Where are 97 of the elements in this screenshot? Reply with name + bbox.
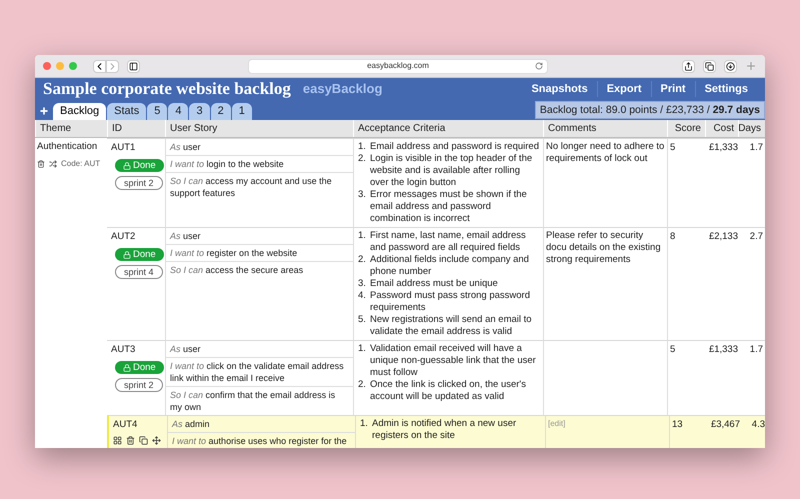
story-id: AUT2 — [111, 230, 136, 244]
criterion-text[interactable]: Error messages must be shown if the email address and password combination is incorrect — [370, 189, 539, 225]
story-id: AUT1 — [111, 141, 136, 155]
criterion-text[interactable]: Login is visible in the top header of the website and is available after rolling over the login button — [370, 153, 539, 189]
comment-text[interactable]: No longer need to adhere to requirements of lock out — [546, 141, 665, 165]
story-line[interactable]: As user — [166, 228, 353, 245]
tab[interactable]: Backlog — [53, 103, 106, 120]
tabs-icon[interactable] — [703, 60, 716, 72]
done-badge: Done — [115, 248, 164, 262]
score-value[interactable]: 5 — [670, 344, 676, 355]
story-line[interactable]: I want to authorise uses who register for the — [168, 433, 355, 448]
criterion-text[interactable]: Email address and password is required — [370, 141, 539, 153]
tab[interactable]: Stats — [107, 103, 146, 120]
criterion-number: 4. — [358, 290, 367, 303]
header-menu-link[interactable]: Export — [596, 80, 651, 98]
story-line[interactable]: As user — [166, 341, 353, 358]
column-header[interactable]: User Story — [170, 121, 218, 136]
share-icon[interactable] — [682, 60, 695, 72]
story-line[interactable]: So I can access my account and use the support features — [166, 173, 353, 201]
sprint-tag[interactable]: sprint 2 — [115, 176, 163, 190]
move-icon[interactable] — [152, 436, 161, 446]
story-line[interactable]: As admin — [168, 416, 355, 433]
score-value[interactable]: 8 — [670, 231, 676, 242]
cost-value: £2,133 — [708, 231, 738, 242]
theme-code: Code: AUT — [61, 158, 100, 170]
done-badge: Done — [115, 361, 164, 374]
back-icon[interactable] — [93, 60, 106, 72]
copy-icon[interactable] — [139, 436, 148, 446]
story-line[interactable]: So I can confirm that the email address is my own — [166, 387, 353, 415]
column-header[interactable]: Days — [738, 121, 761, 136]
sprint-tag[interactable]: sprint 2 — [115, 378, 163, 392]
column-header[interactable]: Theme — [40, 121, 72, 136]
tab[interactable]: 1 — [232, 103, 252, 120]
tab[interactable]: 5 — [147, 103, 168, 120]
criterion-number: 1. — [358, 343, 367, 356]
download-icon[interactable] — [724, 60, 737, 72]
tab[interactable]: 3 — [189, 103, 210, 120]
criterion-text[interactable]: New registrations will send an email to validate the email address is valid — [370, 314, 539, 338]
criterion-number: 2. — [358, 254, 367, 267]
header-menu-link[interactable]: Settings — [694, 80, 757, 98]
column-header[interactable]: ID — [112, 121, 122, 136]
criterion-text[interactable]: First name, last name, email address and password are all required fields — [370, 230, 539, 254]
criterion-text[interactable]: Additional fields include company and phone number — [370, 254, 539, 278]
reload-icon[interactable] — [535, 62, 543, 70]
criterion-number: 1. — [358, 141, 367, 153]
lock-icon — [123, 162, 131, 170]
sprint-tag[interactable]: sprint 4 — [115, 265, 163, 280]
grid-icon[interactable] — [113, 436, 122, 446]
story-line[interactable]: So I can access the secure areas — [166, 262, 353, 278]
cost-value: £1,333 — [708, 142, 738, 153]
backlog-total: Backlog total: 89.0 points / £23,733 / 29.7 days — [534, 101, 765, 119]
criterion-text[interactable]: Admin is notified when a new user registers on the site — [372, 418, 541, 442]
story-line[interactable]: I want to register on the website — [166, 245, 353, 262]
column-header[interactable]: Score — [674, 121, 701, 136]
criterion-number: 3. — [358, 189, 367, 202]
cost-value: £1,333 — [708, 344, 738, 355]
header-menu-link[interactable]: Snapshots — [522, 80, 597, 98]
criterion-number: 2. — [358, 153, 367, 166]
story-id: AUT4 — [113, 418, 138, 432]
days-value: 4.3 — [752, 419, 765, 430]
comment-text[interactable]: Please refer to security docu details on the existing strong requirements — [546, 230, 665, 266]
lock-icon — [123, 250, 131, 259]
theme-name[interactable]: Authentication — [37, 140, 105, 154]
delete-icon[interactable] — [126, 436, 135, 446]
criterion-number: 1. — [360, 418, 369, 431]
story-line[interactable]: I want to click on the validate email address link within the email I receive — [166, 358, 353, 387]
add-tab-icon[interactable] — [39, 106, 49, 116]
score-value[interactable]: 5 — [670, 142, 676, 153]
story-line[interactable]: I want to login to the website — [166, 156, 353, 173]
header-menu-link[interactable]: Print — [650, 80, 695, 98]
cost-value: £3,467 — [710, 419, 740, 430]
criterion-number: 2. — [358, 379, 367, 392]
criterion-text[interactable]: Once the link is clicked on, the user's account will be updated as valid — [370, 379, 539, 403]
shuffle-icon[interactable] — [49, 160, 57, 168]
days-value: 2.7 — [750, 231, 763, 242]
column-header[interactable]: Cost — [713, 121, 734, 136]
criterion-number: 1. — [358, 230, 367, 243]
backlog-title: Sample corporate website backlog — [43, 78, 291, 100]
tab[interactable]: 4 — [168, 103, 188, 120]
criterion-text[interactable]: Validation email received will have a unique non-guessable link that the user must follow — [370, 343, 539, 379]
sidebar-icon[interactable] — [127, 60, 140, 72]
address-bar[interactable]: easybacklog.com — [248, 58, 548, 74]
criterion-text[interactable]: Email address must be unique — [370, 278, 498, 290]
tab[interactable]: 2 — [210, 103, 231, 120]
lock-icon — [123, 364, 131, 372]
done-badge: Done — [115, 159, 164, 172]
criterion-text[interactable]: Password must pass strong password requirements — [370, 290, 539, 314]
column-header[interactable]: Acceptance Criteria — [358, 121, 446, 136]
delete-icon[interactable] — [37, 160, 45, 168]
column-header[interactable]: Comments — [548, 121, 596, 136]
story-line[interactable]: As user — [166, 139, 353, 156]
days-value: 1.7 — [750, 142, 763, 153]
score-value[interactable]: 13 — [672, 419, 683, 430]
days-value: 1.7 — [750, 344, 763, 355]
criterion-number: 5. — [358, 314, 367, 327]
story-id: AUT3 — [111, 343, 136, 357]
criterion-number: 3. — [358, 278, 367, 290]
